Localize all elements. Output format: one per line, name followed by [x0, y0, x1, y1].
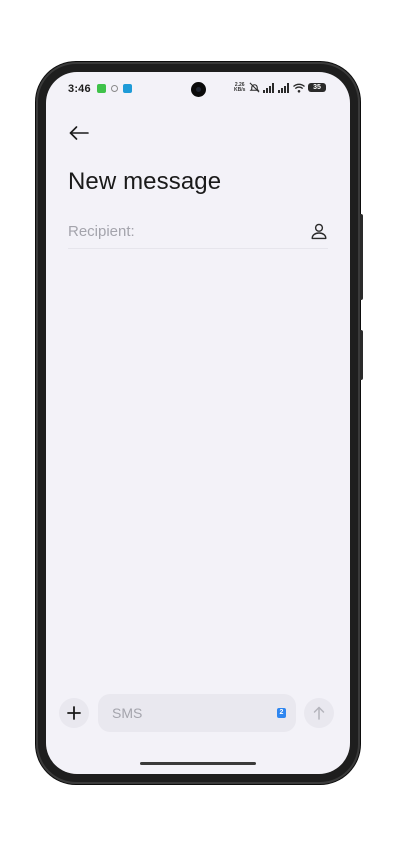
chat-app-icon — [97, 84, 106, 93]
add-attachment-button[interactable] — [59, 698, 89, 728]
power-button — [360, 330, 363, 380]
sms-input[interactable] — [112, 703, 262, 723]
sim-select-badge[interactable]: 2 — [277, 708, 286, 718]
status-time: 3:46 — [68, 83, 91, 95]
page-background: 3:46 2.26 KB/s 35 New message Recipient:… — [0, 0, 400, 864]
signal-icon — [278, 82, 289, 93]
home-indicator[interactable] — [140, 762, 256, 765]
back-button[interactable] — [66, 122, 92, 144]
battery-icon: 35 — [308, 83, 326, 92]
phone-frame: 3:46 2.26 KB/s 35 New message Recipient:… — [36, 62, 363, 784]
status-bar: 3:46 2.26 KB/s 35 — [46, 72, 350, 102]
recipient-input[interactable] — [68, 220, 288, 242]
signal-icon — [263, 82, 274, 93]
plus-icon — [67, 706, 81, 720]
send-button[interactable] — [304, 698, 334, 728]
mute-icon — [249, 82, 260, 93]
message-composer: 2 — [46, 692, 350, 738]
select-contact-button[interactable] — [306, 218, 332, 244]
wifi-icon — [293, 83, 305, 93]
recipient-row — [68, 216, 328, 249]
front-camera — [191, 82, 206, 97]
status-icons: 35 — [249, 82, 326, 93]
volume-button — [360, 214, 363, 300]
dot-icon — [111, 85, 118, 92]
network-speed: 2.26 KB/s — [234, 83, 245, 93]
arrow-up-icon — [313, 706, 325, 720]
network-speed-unit: KB/s — [234, 87, 246, 93]
page-title: New message — [68, 168, 222, 195]
arrow-left-icon — [69, 126, 89, 140]
phone-screen: 3:46 2.26 KB/s 35 New message Recipient:… — [46, 72, 350, 774]
person-icon — [311, 223, 327, 240]
telegram-icon — [123, 84, 132, 93]
sms-field: 2 — [98, 694, 296, 732]
